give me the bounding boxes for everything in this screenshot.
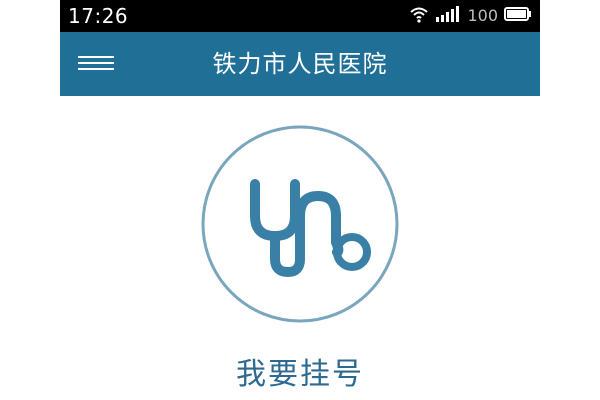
stethoscope-icon [201, 125, 399, 323]
battery-percent: 100 [467, 6, 498, 25]
signal-icon [435, 5, 461, 27]
register-button[interactable] [200, 124, 400, 324]
status-time: 17:26 [68, 4, 129, 28]
status-icons: 100 [409, 6, 532, 26]
page-title: 铁力市人民医院 [212, 50, 388, 78]
status-bar: 17:26 100 [60, 0, 540, 32]
screen: 17:26 100 铁力市人民医院 我要挂号 [0, 0, 600, 400]
register-label[interactable]: 我要挂号 [60, 355, 540, 395]
wifi-icon [409, 5, 429, 27]
app-header: 铁力市人民医院 [60, 32, 540, 96]
phone-screen: 17:26 100 铁力市人民医院 我要挂号 [60, 0, 540, 400]
battery-icon [504, 6, 532, 26]
